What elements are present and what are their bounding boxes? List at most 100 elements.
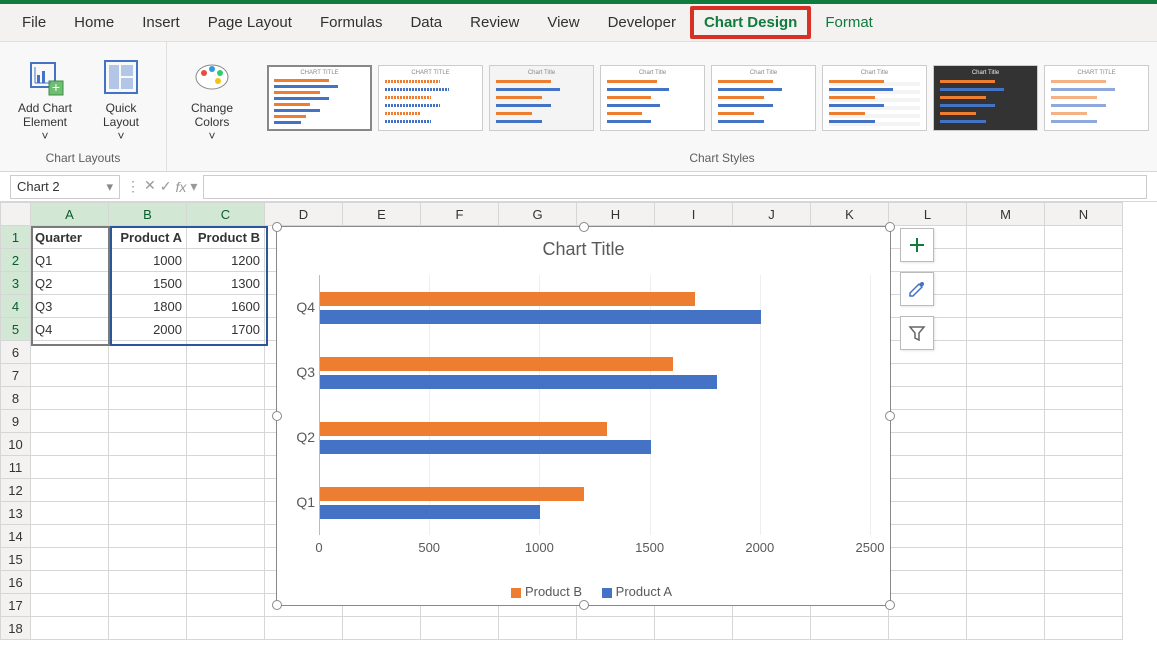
embedded-chart[interactable]: Chart Title 05001000150020002500Q4Q3Q2Q1… [276,226,891,606]
cell-M17[interactable] [967,594,1045,617]
cell-M14[interactable] [967,525,1045,548]
cell-L17[interactable] [889,594,967,617]
resize-handle-bl[interactable] [272,600,282,610]
cell-C18[interactable] [187,617,265,640]
cell-C11[interactable] [187,456,265,479]
bar-product-b-Q2[interactable] [320,422,607,436]
cell-C12[interactable] [187,479,265,502]
cell-A4[interactable]: Q3 [31,295,109,318]
cell-A16[interactable] [31,571,109,594]
col-header-F[interactable]: F [421,203,499,226]
cell-L11[interactable] [889,456,967,479]
row-header-9[interactable]: 9 [1,410,31,433]
cell-C14[interactable] [187,525,265,548]
cell-M2[interactable] [967,249,1045,272]
cell-B3[interactable]: 1500 [109,272,187,295]
cell-A12[interactable] [31,479,109,502]
row-header-10[interactable]: 10 [1,433,31,456]
cell-C8[interactable] [187,387,265,410]
cell-C5[interactable]: 1700 [187,318,265,341]
add-chart-element-button[interactable]: + Add Chart Element ˅ [10,53,80,143]
cell-M4[interactable] [967,295,1045,318]
cell-N4[interactable] [1045,295,1123,318]
cell-B14[interactable] [109,525,187,548]
cell-L15[interactable] [889,548,967,571]
cell-C16[interactable] [187,571,265,594]
cell-B16[interactable] [109,571,187,594]
cell-N9[interactable] [1045,410,1123,433]
cell-B9[interactable] [109,410,187,433]
change-colors-button[interactable]: Change Colors ˅ [177,53,247,143]
row-header-11[interactable]: 11 [1,456,31,479]
chart-styles-button[interactable] [900,272,934,306]
tab-file[interactable]: File [8,6,60,39]
cell-M7[interactable] [967,364,1045,387]
cell-N14[interactable] [1045,525,1123,548]
chevron-down-icon[interactable]: ▾ [190,178,197,195]
col-header-K[interactable]: K [811,203,889,226]
cell-L16[interactable] [889,571,967,594]
cell-C2[interactable]: 1200 [187,249,265,272]
cell-L18[interactable] [889,617,967,640]
cell-A14[interactable] [31,525,109,548]
enter-icon[interactable]: ✓ [160,178,172,195]
col-header-H[interactable]: H [577,203,655,226]
bar-product-b-Q1[interactable] [320,487,584,501]
cell-B18[interactable] [109,617,187,640]
bar-product-a-Q1[interactable] [320,505,540,519]
cell-N16[interactable] [1045,571,1123,594]
cancel-icon[interactable]: ✕ [144,178,156,195]
bar-product-b-Q3[interactable] [320,357,673,371]
cell-A1[interactable]: Quarter [31,226,109,249]
chart-style-6[interactable]: Chart Title [822,65,927,131]
cell-L13[interactable] [889,502,967,525]
cell-B2[interactable]: 1000 [109,249,187,272]
col-header-L[interactable]: L [889,203,967,226]
cell-N2[interactable] [1045,249,1123,272]
row-header-18[interactable]: 18 [1,617,31,640]
cell-A18[interactable] [31,617,109,640]
cell-M6[interactable] [967,341,1045,364]
tab-developer[interactable]: Developer [594,6,690,39]
cell-L14[interactable] [889,525,967,548]
resize-handle-br[interactable] [885,600,895,610]
cell-N12[interactable] [1045,479,1123,502]
cell-B8[interactable] [109,387,187,410]
cell-N15[interactable] [1045,548,1123,571]
chart-filters-button[interactable] [900,316,934,350]
bar-product-a-Q4[interactable] [320,310,761,324]
cell-A13[interactable] [31,502,109,525]
cell-N7[interactable] [1045,364,1123,387]
more-icon[interactable]: ⋮ [126,178,140,195]
col-header-B[interactable]: B [109,203,187,226]
col-header-I[interactable]: I [655,203,733,226]
resize-handle-tm[interactable] [579,222,589,232]
tab-formulas[interactable]: Formulas [306,6,397,39]
cell-N17[interactable] [1045,594,1123,617]
cell-A2[interactable]: Q1 [31,249,109,272]
cell-C7[interactable] [187,364,265,387]
cell-M5[interactable] [967,318,1045,341]
cell-E18[interactable] [343,617,421,640]
chart-style-7[interactable]: Chart Title [933,65,1038,131]
cell-I18[interactable] [655,617,733,640]
cell-A10[interactable] [31,433,109,456]
cell-C1[interactable]: Product B [187,226,265,249]
cell-H18[interactable] [577,617,655,640]
col-header-M[interactable]: M [967,203,1045,226]
col-header-G[interactable]: G [499,203,577,226]
cell-N5[interactable] [1045,318,1123,341]
cell-M16[interactable] [967,571,1045,594]
cell-C17[interactable] [187,594,265,617]
cell-M18[interactable] [967,617,1045,640]
row-header-17[interactable]: 17 [1,594,31,617]
cell-B17[interactable] [109,594,187,617]
row-header-8[interactable]: 8 [1,387,31,410]
col-header-E[interactable]: E [343,203,421,226]
cell-M9[interactable] [967,410,1045,433]
cell-B7[interactable] [109,364,187,387]
cell-B6[interactable] [109,341,187,364]
cell-B11[interactable] [109,456,187,479]
cell-C6[interactable] [187,341,265,364]
cell-C13[interactable] [187,502,265,525]
